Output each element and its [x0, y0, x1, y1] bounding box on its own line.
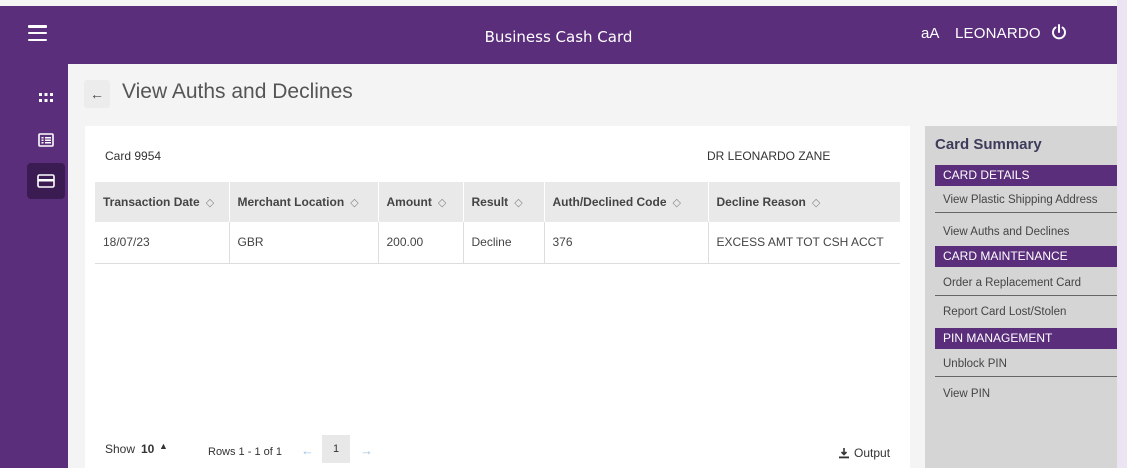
output-button[interactable]: Output	[838, 446, 890, 460]
section-pin-management: PIN MANAGEMENT	[935, 328, 1117, 349]
sort-icon[interactable]: ◇	[438, 197, 446, 209]
output-label: Output	[854, 446, 891, 460]
table-header-row: Transaction Date ◇ Merchant Location ◇ Amo…	[95, 182, 900, 222]
card-holder: DR LEONARDO ZANE	[707, 149, 831, 163]
cell-result: Decline	[463, 222, 545, 263]
col-transaction-date[interactable]: Transaction Date ◇	[95, 182, 230, 222]
cell-location: GBR	[229, 222, 379, 263]
caret-up-icon[interactable]: ▲	[159, 441, 168, 451]
page-number-button[interactable]: 1	[322, 435, 350, 463]
sort-icon[interactable]: ◇	[350, 197, 358, 209]
page-header: ← View Auths and Declines	[68, 64, 1117, 124]
cell-reason: EXCESS AMT TOT CSH ACCT	[716, 235, 884, 250]
top-bar: Business Cash Card aA LEONARDO	[0, 6, 1117, 64]
grid-icon[interactable]	[27, 80, 65, 116]
link-view-pin[interactable]: View PIN	[935, 381, 1117, 407]
list-icon[interactable]	[27, 122, 65, 158]
next-page-icon[interactable]: →	[360, 443, 373, 458]
prev-page-icon[interactable]: ←	[301, 443, 314, 458]
summary-title: Card Summary	[935, 136, 1042, 153]
cell-amount: 200.00	[378, 222, 464, 263]
cell-code: 376	[544, 222, 709, 263]
sort-icon[interactable]: ◇	[812, 197, 820, 209]
card-number: Card 9954	[105, 149, 162, 163]
page-title: View Auths and Declines	[122, 80, 353, 103]
download-icon	[839, 448, 849, 459]
col-merchant-location[interactable]: Merchant Location ◇	[229, 182, 379, 222]
power-icon[interactable]	[1050, 23, 1068, 41]
sort-icon[interactable]: ◇	[514, 197, 522, 209]
page-size-select[interactable]: 10	[141, 442, 154, 456]
link-unblock-pin[interactable]: Unblock PIN	[935, 351, 1117, 377]
card-icon[interactable]	[27, 163, 65, 199]
app-title: Business Cash Card	[484, 28, 633, 46]
section-card-details: CARD DETAILS	[935, 165, 1117, 186]
link-order-replacement[interactable]: Order a Replacement Card	[935, 270, 1117, 296]
sort-icon[interactable]: ◇	[206, 197, 214, 209]
auths-panel: Card 9954 DR LEONARDO ZANE Transaction D…	[85, 126, 910, 468]
link-view-plastic-shipping[interactable]: View Plastic Shipping Address	[935, 187, 1117, 213]
cell-date: 18/07/23	[95, 222, 230, 263]
font-size-toggle[interactable]: aA	[921, 25, 939, 42]
transactions-table: Transaction Date ◇ Merchant Location ◇ Amo…	[95, 182, 900, 264]
col-decline-reason[interactable]: Decline Reason ◇	[708, 182, 900, 222]
show-label: Show	[105, 442, 136, 456]
sort-icon[interactable]: ◇	[673, 197, 681, 209]
back-button[interactable]: ←	[84, 80, 110, 108]
rows-count: Rows 1 - 1 of 1	[208, 446, 282, 458]
link-report-lost-stolen[interactable]: Report Card Lost/Stolen	[935, 299, 1117, 325]
table-row[interactable]: 18/07/23 GBR 200.00 Decline 376 EXCESS A…	[95, 222, 900, 263]
user-name[interactable]: LEONARDO	[955, 25, 1041, 42]
left-rail	[0, 64, 68, 468]
col-amount[interactable]: Amount ◇	[378, 182, 464, 222]
col-auth-code[interactable]: Auth/Declined Code ◇	[544, 182, 709, 222]
app-frame: Business Cash Card aA LEONARDO ← View Au…	[0, 0, 1117, 468]
link-view-auths-declines[interactable]: View Auths and Declines	[935, 219, 1117, 245]
card-summary-panel: Card Summary CARD DETAILS View Plastic S…	[925, 126, 1117, 468]
col-result[interactable]: Result ◇	[463, 182, 545, 222]
section-card-maintenance: CARD MAINTENANCE	[935, 246, 1117, 267]
